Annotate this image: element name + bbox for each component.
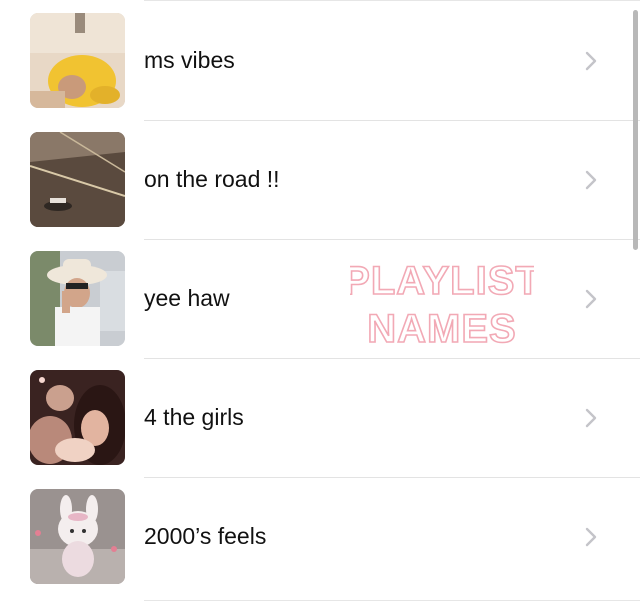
- playlist-thumbnail: [30, 370, 125, 465]
- playlist-names-sticker: PLAYLIST NAMES: [350, 258, 534, 352]
- playlist-row-yee-haw[interactable]: yee haw: [0, 239, 640, 358]
- chevron-right-icon: [585, 408, 597, 428]
- playlist-thumbnail: [30, 251, 125, 346]
- overlay-line-2: NAMES: [367, 307, 516, 351]
- playlist-title: yee haw: [144, 285, 230, 311]
- playlist-title: 4 the girls: [144, 404, 244, 430]
- playlist-thumbnail: [30, 489, 125, 584]
- playlist-row-ms-vibes[interactable]: ms vibes: [0, 1, 640, 120]
- overlay-line-1: PLAYLIST: [350, 259, 534, 303]
- plush-toy-photo: [30, 489, 125, 584]
- playlist-title: on the road !!: [144, 166, 280, 192]
- bottom-separator: [144, 600, 640, 601]
- playlist-row-2000s-feels[interactable]: 2000’s feels: [0, 477, 640, 596]
- girls-group-photo: [30, 370, 125, 465]
- playlist-list: ms vibes on the road !! yee haw 4 the gi…: [0, 0, 640, 604]
- playlist-thumbnail: [30, 132, 125, 227]
- chevron-right-icon: [585, 170, 597, 190]
- playlist-thumbnail: [30, 13, 125, 108]
- chevron-right-icon: [585, 527, 597, 547]
- playlist-names-overlay: PLAYLIST NAMES: [350, 252, 534, 352]
- chevron-right-icon: [585, 51, 597, 71]
- playlist-title: ms vibes: [144, 47, 235, 73]
- cowboy-hat-photo: [30, 251, 125, 346]
- playlist-row-on-the-road[interactable]: on the road !!: [0, 120, 640, 239]
- playlist-row-4-the-girls[interactable]: 4 the girls: [0, 358, 640, 477]
- playlist-title: 2000’s feels: [144, 523, 267, 549]
- person-in-yellow-hat-photo: [30, 13, 125, 108]
- chevron-right-icon: [585, 289, 597, 309]
- scrollbar[interactable]: [633, 10, 638, 250]
- road-at-night-photo: [30, 132, 125, 227]
